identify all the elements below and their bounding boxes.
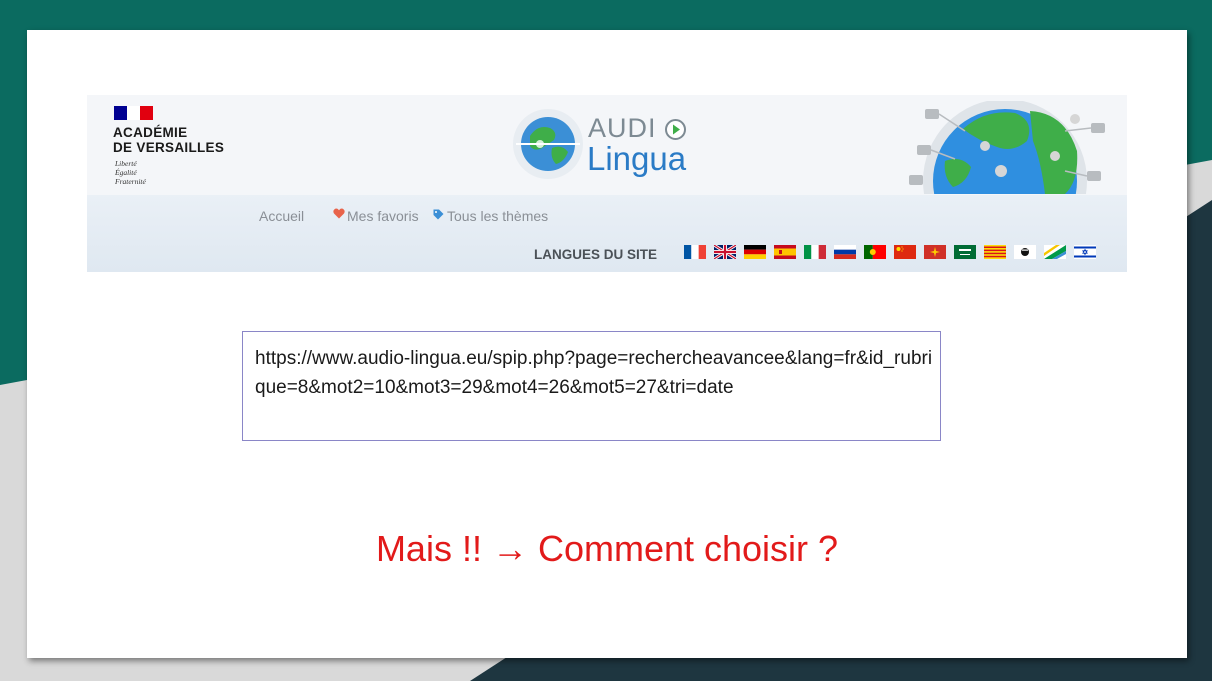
academie-name[interactable]: ACADÉMIE DE VERSAILLES — [113, 125, 253, 155]
logo-lingua-text[interactable]: Lingua — [587, 142, 686, 176]
url-box: https://www.audio-lingua.eu/spip.php?pag… — [242, 331, 941, 441]
flag-uk-icon[interactable] — [714, 245, 736, 259]
earth-globe-illustration-icon — [905, 101, 1110, 194]
flag-occitan-icon[interactable] — [924, 245, 946, 259]
heart-icon — [333, 208, 345, 219]
url-text[interactable]: https://www.audio-lingua.eu/spip.php?pag… — [255, 344, 935, 402]
flag-italy-icon[interactable] — [804, 245, 826, 259]
flag-saudi-arabia-icon[interactable] — [954, 245, 976, 259]
flag-germany-icon[interactable] — [744, 245, 766, 259]
flag-spain-icon[interactable] — [774, 245, 796, 259]
site-header-screenshot: ACADÉMIE DE VERSAILLES Liberté Égalité F… — [87, 95, 1127, 272]
flag-china-icon[interactable] — [894, 245, 916, 259]
flag-portugal-icon[interactable] — [864, 245, 886, 259]
nav-favorites-link[interactable]: Mes favoris — [347, 206, 419, 226]
play-icon — [665, 119, 686, 140]
academie-motto: Liberté Égalité Fraternité — [115, 159, 146, 186]
flag-russia-icon[interactable] — [834, 245, 856, 259]
republique-francaise-flag-icon — [114, 106, 153, 120]
flag-esperanto-icon[interactable] — [1044, 245, 1066, 259]
audio-lingua-globe-logo-icon[interactable] — [512, 108, 584, 180]
tag-icon — [433, 209, 444, 220]
flag-catalonia-icon[interactable] — [984, 245, 1006, 259]
flag-france-icon[interactable] — [684, 245, 706, 259]
nav-home-link[interactable]: Accueil — [259, 206, 304, 226]
nav-all-themes-link[interactable]: Tous les thèmes — [447, 206, 548, 226]
flag-corsica-icon[interactable] — [1014, 245, 1036, 259]
slide: ACADÉMIE DE VERSAILLES Liberté Égalité F… — [27, 30, 1187, 658]
headline: Mais !! → Comment choisir ? — [375, 528, 839, 569]
languages-label: LANGUES DU SITE — [534, 247, 658, 262]
flag-israel-icon[interactable] — [1074, 245, 1096, 259]
logo-audio-text[interactable]: AUDI — [588, 113, 657, 143]
